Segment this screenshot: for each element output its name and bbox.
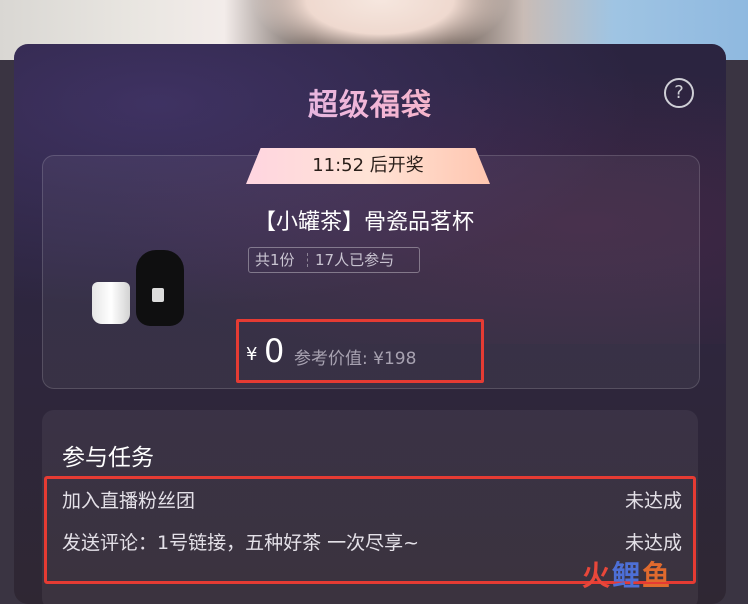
countdown-text: 11:52 后开奖 [312,155,424,176]
watermark-char: 火 [582,559,613,592]
task-row-fan-club[interactable]: 加入直播粉丝团 未达成 [62,486,682,513]
cup-icon [92,282,130,324]
site-watermark: 火鲤鱼 [582,554,672,594]
pouch-icon [136,250,184,326]
participant-count: 17人已参与 [315,251,395,269]
help-question-icon[interactable]: ? [664,78,694,108]
watermark-char: 鲤 [612,559,643,592]
reference-price: 参考价值: ¥198 [294,349,417,369]
task-label: 加入直播粉丝团 [62,490,196,512]
prize-price: 0 [264,332,285,370]
lucky-bag-panel: 超级福袋 ? 11:52 后开奖 【小罐茶】骨瓷品茗杯 共1份 17人已参与 ¥… [14,44,726,604]
task-status: 未达成 [624,490,682,512]
panel-title: 超级福袋 [14,80,726,124]
product-image[interactable] [92,244,202,334]
task-section-title: 参与任务 [62,445,154,471]
prize-quantity: 共1份 [255,251,295,269]
prize-meta: 共1份 17人已参与 [248,247,420,273]
task-row-comment[interactable]: 发送评论：1号链接，五种好茶 一次尽享~ 未达成 [62,528,682,555]
watermark-char: 鱼 [642,559,673,592]
task-status: 未达成 [624,532,682,554]
task-label: 发送评论：1号链接，五种好茶 一次尽享~ [62,532,420,554]
currency-symbol: ¥ [246,344,258,365]
product-name: 【小罐茶】骨瓷品茗杯 [254,210,475,235]
meta-divider [307,253,309,267]
